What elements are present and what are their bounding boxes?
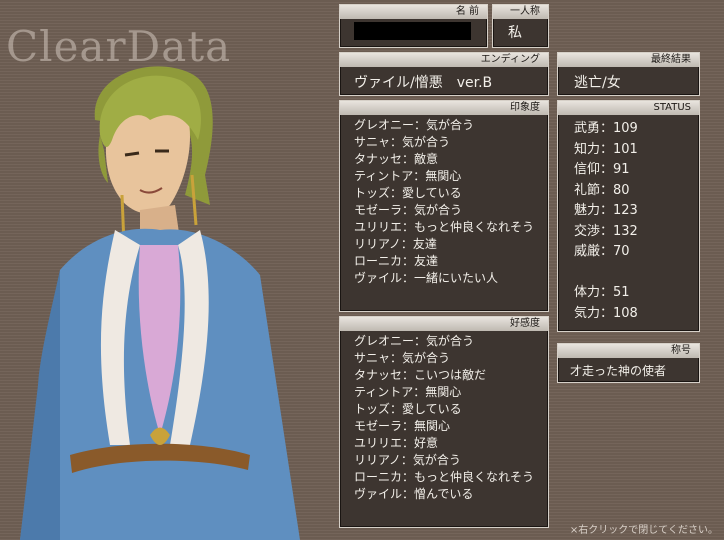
list-item: トッズ：愛している [354,186,462,200]
stat-item: 威厳：70 [574,244,630,259]
stat-item: 交渉：132 [574,223,638,239]
final-result-label: 最終結果 [651,54,691,65]
list-item: リリアノ：友達 [354,237,437,251]
list-item: ヴァイル：一緒にいたい人 [354,271,499,285]
status-panel: STATUS 武勇：109 知力：101 信仰：91 礼節：80 魅力：123 … [557,100,700,332]
list-item: モゼーラ：気が合う [354,203,463,217]
pronoun-panel: 一人称 私 [492,4,549,48]
list-item: ティントア：無関心 [354,169,462,183]
list-item: ティントア：無関心 [354,385,462,399]
name-panel: 名 前 [339,4,488,48]
list-item: トッズ：愛している [354,402,462,416]
list-item: グレオニー：気が合う [354,334,475,348]
stat-item: 知力：101 [574,141,638,157]
status-list: 武勇：109 知力：101 信仰：91 礼節：80 魅力：123 交渉：132 … [574,119,638,324]
stat-item: 体力：51 [574,285,630,300]
favor-list: グレオニー：気が合う サニャ：気が合う タナッセ：こいつは敵だ ティントア：無関… [354,333,534,503]
stat-item: 気力：108 [574,305,638,321]
stat-item: 魅力：123 [574,203,638,218]
list-item: ローニカ：友達 [354,254,439,268]
stat-item: 武勇：109 [574,121,638,136]
impression-label: 印象度 [510,102,540,113]
title-value: 才走った神の使者 [570,364,667,378]
final-result-value: 逃亡/女 [574,75,621,91]
name-label: 名 前 [455,6,479,17]
pronoun-label: 一人称 [510,6,540,17]
ending-value: ヴァイル/憎悪 ver.B [354,75,493,91]
stat-item: 礼節：80 [574,182,630,198]
ending-label: エンディング [480,54,540,65]
stat-spacer [574,263,638,284]
status-label: STATUS [653,102,691,113]
impression-list: グレオニー：気が合う サニャ：気が合う タナッセ：敵意 ティントア：無関心 トッ… [354,117,534,287]
final-result-panel: 最終結果 逃亡/女 [557,52,700,96]
list-item: モゼーラ：無関心 [354,419,451,433]
stat-item: 信仰：91 [574,162,630,177]
ending-panel: エンディング ヴァイル/憎悪 ver.B [339,52,549,96]
list-item: ヴァイル：憎んでいる [354,487,474,501]
title-label: 称号 [671,345,691,356]
title-panel: 称号 才走った神の使者 [557,343,700,383]
pronoun-value: 私 [508,25,522,41]
list-item: グレオニー：気が合う [354,118,475,132]
list-item: ローニカ：もっと仲良くなれそう [354,470,535,484]
list-item: サニャ：気が合う [354,135,451,149]
favor-label: 好感度 [510,318,540,329]
list-item: ユリリエ：もっと仲良くなれそう [354,220,535,234]
impression-panel: 印象度 グレオニー：気が合う サニャ：気が合う タナッセ：敵意 ティントア：無関… [339,100,549,312]
list-item: タナッセ：こいつは敵だ [354,368,487,382]
character-portrait [20,66,300,540]
list-item: ユリリエ：好意 [354,436,439,450]
close-hint[interactable]: ×右クリックで閉じてください。 [570,521,718,536]
name-value-field [354,22,471,40]
list-item: サニャ：気が合う [354,351,451,365]
list-item: タナッセ：敵意 [354,152,439,166]
favor-panel: 好感度 グレオニー：気が合う サニャ：気が合う タナッセ：こいつは敵だ ティント… [339,316,549,528]
list-item: リリアノ：気が合う [354,453,461,467]
